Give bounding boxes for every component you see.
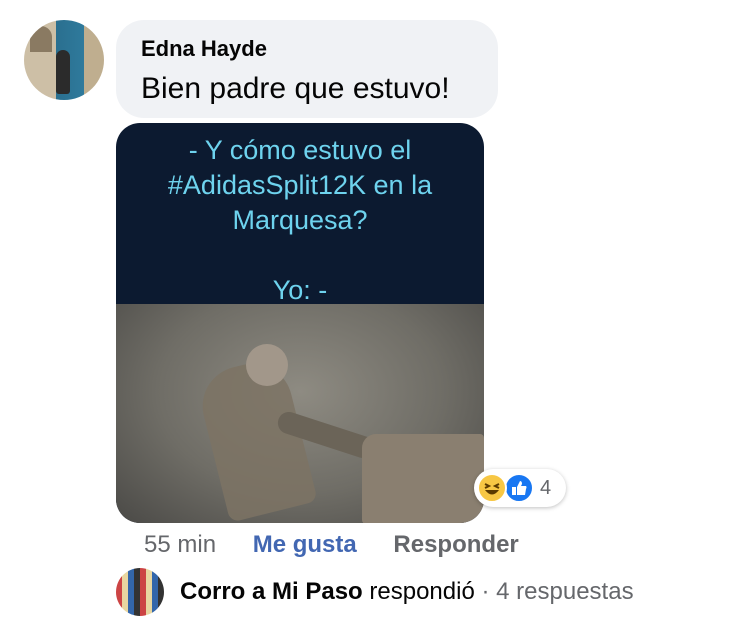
avatar-person: [56, 50, 70, 94]
reply-author[interactable]: Corro a Mi Paso: [180, 578, 363, 605]
rock-shape: [362, 434, 484, 523]
comment-text: Bien padre que estuvo!: [141, 72, 450, 105]
meme-photo: [116, 304, 484, 523]
replies-summary[interactable]: Corro a Mi Paso respondió · 4 respuestas: [180, 578, 634, 606]
meme-line: Yo: -: [272, 275, 328, 305]
like-button[interactable]: Me gusta: [253, 531, 357, 558]
meme-caption: - Y cómo estuvo el #AdidasSplit12K en la…: [116, 133, 484, 308]
meme-line: - Y cómo estuvo el: [188, 135, 412, 165]
reply-verb: respondió: [369, 578, 475, 605]
reply-count[interactable]: 4 respuestas: [496, 578, 633, 605]
commenter-avatar[interactable]: [24, 20, 104, 100]
reply-author-avatar[interactable]: [116, 568, 164, 616]
meme-line: Marquesa?: [232, 205, 368, 235]
comment-author[interactable]: Edna Hayde: [141, 36, 267, 62]
comment-actions: 55 min Me gusta Responder: [144, 531, 519, 559]
figure-head: [246, 344, 288, 386]
timestamp[interactable]: 55 min: [144, 531, 216, 558]
avatar-detail: [30, 26, 52, 52]
meme-image[interactable]: - Y cómo estuvo el #AdidasSplit12K en la…: [116, 123, 484, 523]
reactions-badge[interactable]: 4: [474, 469, 566, 507]
reaction-count: 4: [540, 477, 552, 499]
like-thumb-icon: [504, 473, 534, 503]
meme-line: [116, 238, 484, 273]
separator-dot: ·: [481, 578, 490, 605]
haha-emoji-icon: [477, 473, 507, 503]
meme-line: #AdidasSplit12K en la: [167, 170, 433, 200]
reply-button[interactable]: Responder: [393, 531, 518, 558]
